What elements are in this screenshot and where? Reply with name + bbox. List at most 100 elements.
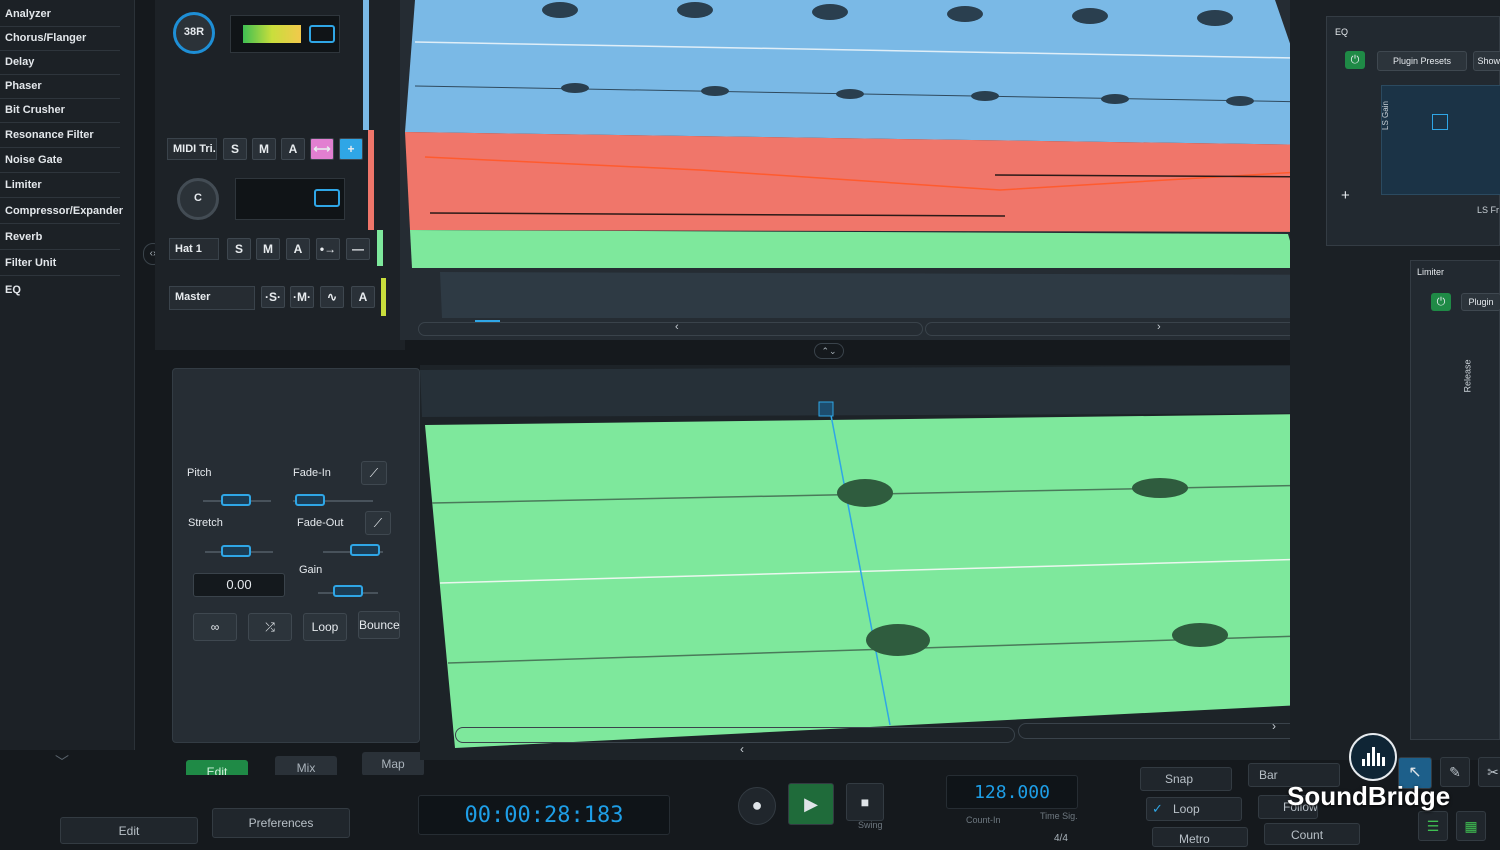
tempo-display[interactable]: 128.000 <box>946 775 1078 809</box>
add-band-icon[interactable]: + <box>1341 187 1350 204</box>
level-meter <box>230 15 340 53</box>
solo-button[interactable]: S <box>223 138 247 160</box>
time-display[interactable]: 00:00:28:183 <box>418 795 670 835</box>
power-icon[interactable]: ⏻ <box>1431 293 1451 311</box>
arm-button[interactable]: A <box>286 238 310 260</box>
minus-icon[interactable]: — <box>346 238 370 260</box>
arm-button[interactable]: A <box>281 138 305 160</box>
mute-button[interactable]: M <box>252 138 276 160</box>
route-icon[interactable]: ⟷ <box>310 138 334 160</box>
resize-handle-icon[interactable]: ⌃⌄ <box>814 343 844 359</box>
plugin-item[interactable]: Delay <box>0 51 120 75</box>
audio-clip-blue <box>405 0 1325 145</box>
fadeout-slider[interactable] <box>350 544 380 556</box>
scroll-right-icon[interactable]: › <box>1272 719 1276 733</box>
fadein-curve-icon[interactable]: ⟋ <box>361 461 387 485</box>
track-color-strip <box>381 278 386 316</box>
tab-edit-bottom[interactable]: Edit <box>60 817 198 844</box>
solo-button[interactable]: ·S· <box>261 286 285 308</box>
channel-name[interactable]: Hat 1 <box>169 238 219 260</box>
mute-button[interactable]: M <box>256 238 280 260</box>
fader-knob[interactable] <box>314 189 340 207</box>
release-label: Release <box>1462 359 1473 393</box>
show-button[interactable]: Show P <box>1473 51 1500 71</box>
plugin-item[interactable]: Bit Crusher <box>0 99 120 123</box>
pitch-label: Pitch <box>187 467 212 479</box>
track-color-strip <box>368 130 374 230</box>
plugin-item[interactable]: Filter Unit <box>0 252 120 276</box>
sample-editor-panel: Pitch Fade-In ⟋ Stretch Fade-Out ⟋ Gain … <box>172 368 420 743</box>
gain-slider[interactable] <box>333 585 363 597</box>
pan-knob[interactable]: C <box>177 178 219 220</box>
time-sig-label: Time Sig. <box>1040 811 1078 821</box>
arm-button[interactable]: A <box>351 286 375 308</box>
shuffle-icon[interactable]: ⤮ <box>248 613 292 641</box>
fadeout-label: Fade-Out <box>297 517 344 529</box>
tab-map[interactable]: Map <box>362 752 424 776</box>
automation-icon[interactable]: ∿ <box>320 286 344 308</box>
plugin-presets-button[interactable]: Plugin Presets <box>1377 51 1467 71</box>
fader-knob[interactable] <box>309 25 335 43</box>
plugin-rack: EQ ⏻ Plugin Presets Show P LS Gain + LS … <box>1290 0 1500 760</box>
plugin-button[interactable]: Plugin <box>1461 293 1500 311</box>
scissors-tool-icon[interactable]: ✂ <box>1478 757 1500 787</box>
link-icon[interactable]: ∞ <box>193 613 237 641</box>
eq-graph[interactable] <box>1381 85 1500 195</box>
fadeout-curve-icon[interactable]: ⟋ <box>365 511 391 535</box>
pan-knob[interactable]: 38R <box>173 12 215 54</box>
fadein-label: Fade-In <box>293 467 331 479</box>
count-toggle[interactable]: Count <box>1264 823 1360 845</box>
scroll-right-icon[interactable]: › <box>1157 321 1161 333</box>
bounce-button[interactable]: Bounce <box>358 611 400 639</box>
limiter-plugin: Limiter ⏻ Plugin Release <box>1410 260 1500 740</box>
value-field[interactable]: 0.00 <box>193 573 285 597</box>
level-meter <box>235 178 345 220</box>
mixer-panel: 38R MIDI Tri... S M A ⟷ + C Hat 1 S M A … <box>155 0 405 350</box>
stretch-label: Stretch <box>188 517 223 529</box>
channel-name[interactable]: Master <box>169 286 255 310</box>
list-view-icon[interactable]: ☰ <box>1418 811 1448 841</box>
plugin-item[interactable]: Phaser <box>0 75 120 99</box>
transport-bar: Edit Preferences 00:00:28:183 ● ▶ ■ Swin… <box>0 757 1500 847</box>
eq-node[interactable] <box>1432 114 1448 130</box>
plugin-item[interactable]: Limiter <box>0 174 120 198</box>
brand-name: SoundBridge <box>1287 781 1451 811</box>
scroll-left-icon[interactable]: ‹ <box>675 321 679 333</box>
fadein-slider[interactable] <box>295 494 325 506</box>
stretch-slider[interactable] <box>221 545 251 557</box>
stop-icon[interactable]: ■ <box>846 783 884 821</box>
snap-toggle[interactable]: Snap <box>1140 767 1232 791</box>
add-icon[interactable]: + <box>339 138 363 160</box>
route-icon[interactable]: •→ <box>316 238 340 260</box>
chevron-down-icon[interactable]: ﹀ <box>55 752 69 772</box>
solo-button[interactable]: S <box>227 238 251 260</box>
horizontal-scrollbar[interactable] <box>455 727 1015 743</box>
scroll-left-icon[interactable]: ‹ <box>740 742 744 756</box>
metro-toggle[interactable]: Metro <box>1152 827 1248 847</box>
time-sig-value[interactable]: 4/4 <box>1054 833 1068 844</box>
loop-button[interactable]: Loop <box>303 613 347 641</box>
swing-label: Swing <box>858 820 883 830</box>
plugin-item[interactable]: Chorus/Flanger <box>0 27 120 51</box>
plugin-item[interactable]: Reverb <box>0 226 120 250</box>
soundbridge-logo-icon <box>1349 733 1397 781</box>
plugin-item[interactable]: Resonance Filter <box>0 124 120 148</box>
record-icon[interactable]: ● <box>738 787 776 825</box>
mute-button[interactable]: ·M· <box>290 286 314 308</box>
plugin-item[interactable]: EQ <box>0 279 120 303</box>
channel-name[interactable]: MIDI Tri... <box>167 138 217 160</box>
tab-preferences[interactable]: Preferences <box>212 808 350 838</box>
power-icon[interactable]: ⏻ <box>1345 51 1365 69</box>
grid-view-icon[interactable]: ▦ <box>1456 811 1486 841</box>
pan-value: 38R <box>183 26 205 38</box>
pitch-slider[interactable] <box>221 494 251 506</box>
limiter-label: Limiter <box>1417 267 1445 277</box>
plugin-item[interactable]: Compressor/Expander <box>0 200 123 224</box>
count-in-label: Count-In <box>966 815 1001 825</box>
plugin-item[interactable]: Noise Gate <box>0 149 120 173</box>
horizontal-scrollbar[interactable] <box>418 322 923 336</box>
play-icon[interactable]: ▶ <box>788 783 834 825</box>
gain-label: Gain <box>299 564 323 576</box>
plugin-item[interactable]: Analyzer <box>0 3 120 27</box>
ls-freq-label: LS Fr <box>1477 205 1500 215</box>
